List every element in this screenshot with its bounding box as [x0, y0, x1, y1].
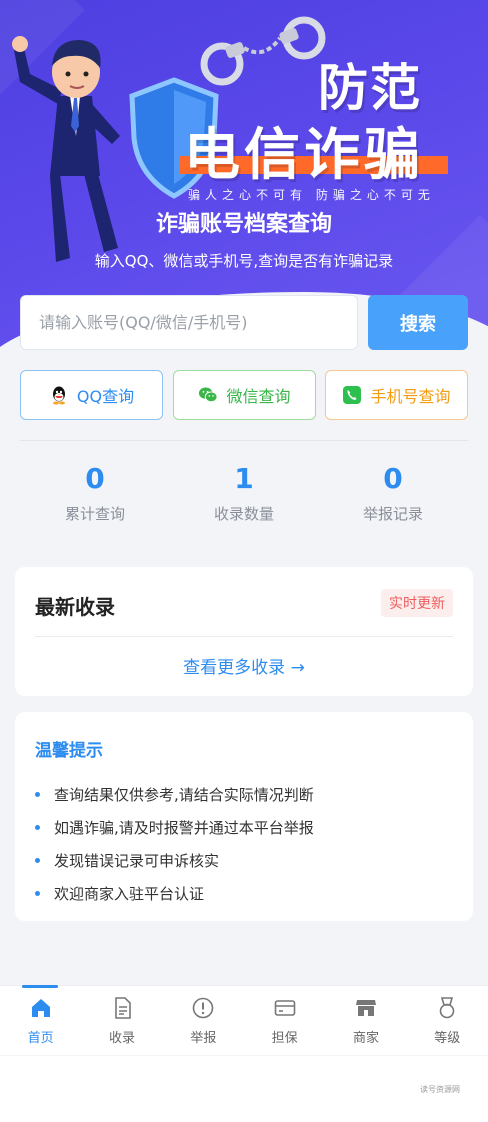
realtime-badge: 实时更新	[381, 589, 453, 617]
wechat-icon	[198, 385, 219, 405]
tab-label: 担保	[271, 1031, 298, 1046]
bottom-safe-area	[0, 1056, 488, 1122]
tip-item: 欢迎商家入驻平台认证	[35, 877, 314, 910]
page-heading: 诈骗账号档案查询	[155, 212, 332, 237]
qq-query-button[interactable]: QQ查询	[20, 370, 163, 420]
tab-label: 商家	[352, 1031, 379, 1046]
bullet-icon	[35, 858, 40, 863]
tip-item: 查询结果仅供参考,请结合实际情况判断	[35, 778, 314, 811]
bullet-icon	[35, 825, 40, 830]
stat-report-records: 0 举报记录	[318, 462, 468, 524]
stat-label: 举报记录	[362, 505, 423, 523]
bullet-icon	[35, 891, 40, 896]
stat-label: 累计查询	[64, 505, 125, 523]
watermark: 读号资源网	[420, 1085, 460, 1094]
wechat-query-label: 微信查询	[226, 387, 291, 406]
card-divider	[35, 636, 453, 637]
tab-label: 首页	[27, 1031, 54, 1046]
medal-icon	[439, 997, 455, 1019]
latest-records-title: 最新收录	[35, 595, 115, 619]
divider	[20, 440, 468, 441]
stat-value: 1	[234, 462, 254, 495]
home-icon	[31, 999, 50, 1017]
page-subheading: 输入QQ、微信或手机号,查询是否有诈骗记录	[94, 252, 394, 270]
tab-guarantee[interactable]: 担保	[244, 986, 325, 1055]
wechat-query-button[interactable]: 微信查询	[173, 370, 316, 420]
stat-value: 0	[85, 462, 105, 495]
phone-query-button[interactable]: 手机号查询	[325, 370, 468, 420]
tab-merchant[interactable]: 商家	[325, 986, 406, 1055]
bottom-tab-bar: 首页 收录 举报 担保 商家 等级	[0, 985, 488, 1055]
tab-records[interactable]: 收录	[81, 986, 162, 1055]
tips-card: 温馨提示 查询结果仅供参考,请结合实际情况判断 如遇诈骗,请及时报警并通过本平台…	[15, 712, 473, 921]
tab-label: 举报	[190, 1031, 217, 1046]
tip-item: 发现错误记录可申诉核实	[35, 844, 314, 877]
store-icon	[355, 1000, 376, 1016]
qq-query-label: QQ查询	[76, 387, 135, 406]
tab-label: 收录	[108, 1031, 135, 1046]
hero-slogan: 骗人之心不可有 防骗之心不可无	[188, 188, 435, 202]
document-icon	[115, 997, 131, 1019]
qq-icon	[49, 385, 69, 405]
tip-item: 如遇诈骗,请及时报警并通过本平台举报	[35, 811, 314, 844]
tips-list: 查询结果仅供参考,请结合实际情况判断 如遇诈骗,请及时报警并通过本平台举报 发现…	[35, 778, 314, 910]
stat-total-queries: 0 累计查询	[20, 462, 170, 524]
tab-report[interactable]: 举报	[163, 986, 244, 1055]
search-button[interactable]: 搜索	[368, 295, 468, 350]
card-icon	[274, 1000, 295, 1016]
alert-icon	[193, 997, 214, 1019]
stat-records-count: 1 收录数量	[169, 462, 319, 524]
view-more-link[interactable]: 查看更多收录 →	[15, 653, 473, 678]
latest-records-card: 最新收录 实时更新 查看更多收录 →	[15, 567, 473, 696]
tab-level[interactable]: 等级	[407, 986, 488, 1055]
tab-home[interactable]: 首页	[0, 985, 81, 1055]
stat-value: 0	[383, 462, 403, 495]
stat-label: 收录数量	[213, 505, 274, 523]
phone-icon	[342, 385, 362, 405]
tab-label: 等级	[434, 1031, 461, 1046]
search-input[interactable]	[20, 295, 358, 350]
bullet-icon	[35, 792, 40, 797]
tips-title: 温馨提示	[35, 741, 103, 761]
hero-title-line2: 电信诈骗	[180, 110, 448, 191]
phone-query-label: 手机号查询	[370, 387, 451, 406]
